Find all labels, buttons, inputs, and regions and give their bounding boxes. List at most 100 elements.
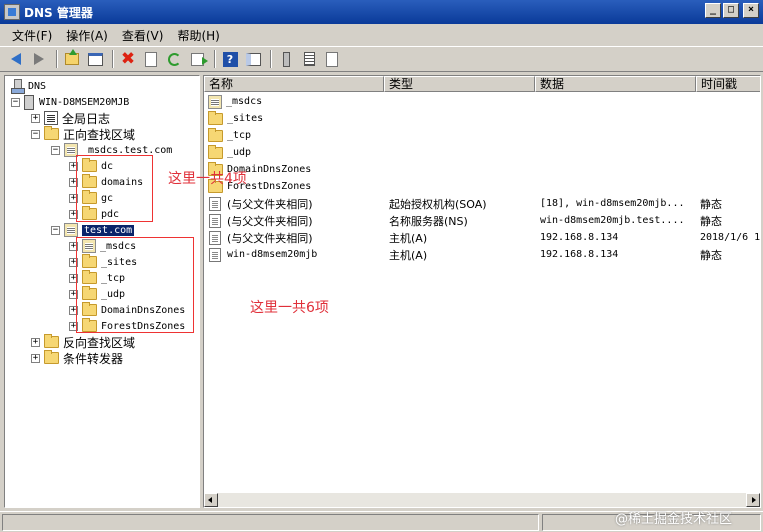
delete-button[interactable]: ✖ xyxy=(118,49,138,69)
folder-icon xyxy=(208,127,223,142)
collapse-toggle[interactable]: − xyxy=(51,225,60,235)
close-button[interactable]: × xyxy=(743,3,759,18)
records-button[interactable] xyxy=(322,49,342,69)
list-button[interactable] xyxy=(299,49,319,69)
list-row[interactable]: DomainDnsZones xyxy=(204,161,760,178)
row-type: 起始授权机构(SOA) xyxy=(389,197,487,211)
tree-item-conditional-forwarders[interactable]: + 条件转发器 xyxy=(31,350,123,366)
toolbar: ✖ ? xyxy=(0,46,763,72)
menu-help[interactable]: 帮助(H) xyxy=(171,25,225,46)
column-header-data[interactable]: 数据 xyxy=(535,76,696,92)
column-header-timestamp[interactable]: 时间戳 xyxy=(696,76,760,92)
expand-toggle[interactable]: + xyxy=(31,353,40,363)
list-row[interactable]: _sites xyxy=(204,110,760,127)
help-icon: ? xyxy=(222,51,238,67)
server-button[interactable] xyxy=(276,49,296,69)
tree-item-server[interactable]: − WIN-D8MSEM20MJB xyxy=(11,94,129,110)
annotation-note-msdcs: 这里一共4项 xyxy=(168,171,247,187)
list-row[interactable]: (与父文件夹相同) 名称服务器(NS) win-d8msem20mjb.test… xyxy=(204,212,760,229)
back-icon xyxy=(11,53,21,65)
window-title: DNS 管理器 xyxy=(24,5,93,20)
up-button[interactable] xyxy=(62,49,82,69)
up-folder-icon xyxy=(65,49,79,65)
server-icon xyxy=(24,94,34,110)
record-icon xyxy=(209,247,221,262)
forward-button[interactable] xyxy=(29,49,49,69)
scroll-right-button[interactable] xyxy=(746,493,760,507)
export-list-icon xyxy=(190,52,208,66)
refresh-button[interactable] xyxy=(164,49,184,69)
tree-label: _msdcs.test.com xyxy=(82,144,173,156)
delete-icon: ✖ xyxy=(120,49,136,69)
refresh-icon xyxy=(167,52,181,66)
record-icon xyxy=(209,230,221,245)
toolbar-separator xyxy=(56,50,58,68)
list-row[interactable]: _udp xyxy=(204,144,760,161)
tree-label: 正向查找区域 xyxy=(63,127,136,142)
menu-view[interactable]: 查看(V) xyxy=(116,25,170,46)
tree-label: 条件转发器 xyxy=(63,351,124,366)
dns-icon xyxy=(10,79,25,94)
scroll-left-button[interactable] xyxy=(204,493,218,507)
folder-icon xyxy=(44,350,59,364)
menu-file[interactable]: 文件(F) xyxy=(6,25,58,46)
minimize-button[interactable]: _ xyxy=(705,3,721,18)
tree-item-reverse-zones[interactable]: + 反向查找区域 xyxy=(31,334,135,350)
row-name: _sites xyxy=(227,113,264,124)
column-header-type[interactable]: 类型 xyxy=(384,76,535,92)
export-list-button[interactable] xyxy=(187,49,208,69)
tree-label: WIN-D8MSEM20MJB xyxy=(39,96,130,108)
menu-action[interactable]: 操作(A) xyxy=(60,25,114,46)
row-timestamp: 静态 xyxy=(700,197,722,211)
menu-bar: 文件(F) 操作(A) 查看(V) 帮助(H) xyxy=(0,24,763,46)
properties-button[interactable] xyxy=(141,49,161,69)
status-panel-main xyxy=(2,514,539,531)
column-header-name[interactable]: 名称 xyxy=(204,76,384,92)
list-row[interactable]: win-d8msem20mjb 主机(A) 192.168.8.134 静态 xyxy=(204,246,760,263)
folder-icon xyxy=(208,110,223,125)
list-row[interactable]: (与父文件夹相同) 起始授权机构(SOA) [18], win-d8msem20… xyxy=(204,195,760,212)
list-row[interactable]: ForestDnsZones xyxy=(204,178,760,195)
folder-icon xyxy=(208,144,223,159)
row-data: [18], win-d8msem20mjb... xyxy=(540,198,685,209)
toolbar-separator xyxy=(214,50,216,68)
row-name: (与父文件夹相同) xyxy=(227,214,313,228)
tree-item-dns[interactable]: DNS xyxy=(10,78,46,94)
annotation-box-msdcs xyxy=(76,155,153,222)
zone-folder-icon xyxy=(208,94,222,109)
back-button[interactable] xyxy=(6,49,26,69)
list-row[interactable]: (与父文件夹相同) 主机(A) 192.168.8.134 2018/1/6 1… xyxy=(204,229,760,246)
collapse-toggle[interactable]: − xyxy=(11,97,20,107)
list-row[interactable]: _tcp xyxy=(204,127,760,144)
event-log-icon xyxy=(44,111,58,125)
collapse-toggle[interactable]: − xyxy=(31,129,40,139)
maximize-button[interactable]: □ xyxy=(723,3,739,18)
list-header: 名称 类型 数据 时间戳 xyxy=(204,76,760,92)
zone-icon xyxy=(64,223,78,237)
horizontal-scrollbar[interactable] xyxy=(204,493,760,507)
expand-toggle[interactable]: + xyxy=(31,337,40,347)
help-button[interactable]: ? xyxy=(220,49,240,69)
row-type: 名称服务器(NS) xyxy=(389,214,468,228)
tree-label: DNS xyxy=(28,80,47,92)
list-icon xyxy=(303,52,315,66)
tree-label: 反向查找区域 xyxy=(63,335,136,350)
row-timestamp: 静态 xyxy=(700,214,722,228)
row-data: 192.168.8.134 xyxy=(540,232,619,243)
tree-item-test-zone[interactable]: − test.com xyxy=(51,222,135,238)
list-row[interactable]: _msdcs xyxy=(204,93,760,110)
tree-label: 全局日志 xyxy=(62,111,111,126)
row-name: _tcp xyxy=(227,130,252,141)
expand-toggle[interactable]: + xyxy=(31,113,40,123)
action-pane-button[interactable] xyxy=(243,49,263,69)
results-list: 名称 类型 数据 时间戳 _msdcs _sites _tcp _udp Dom… xyxy=(203,75,761,508)
row-type: 主机(A) xyxy=(389,231,428,245)
show-hide-tree-button[interactable] xyxy=(85,49,105,69)
row-name: _msdcs xyxy=(226,96,263,107)
row-name: _udp xyxy=(227,147,252,158)
row-data: 192.168.8.134 xyxy=(540,249,619,260)
watermark: @稀土掘金技术社区 xyxy=(615,512,733,527)
tree-item-forward-zones[interactable]: − 正向查找区域 xyxy=(31,126,135,142)
tree-item-global-log[interactable]: + 全局日志 xyxy=(31,110,110,126)
collapse-toggle[interactable]: − xyxy=(51,145,60,155)
